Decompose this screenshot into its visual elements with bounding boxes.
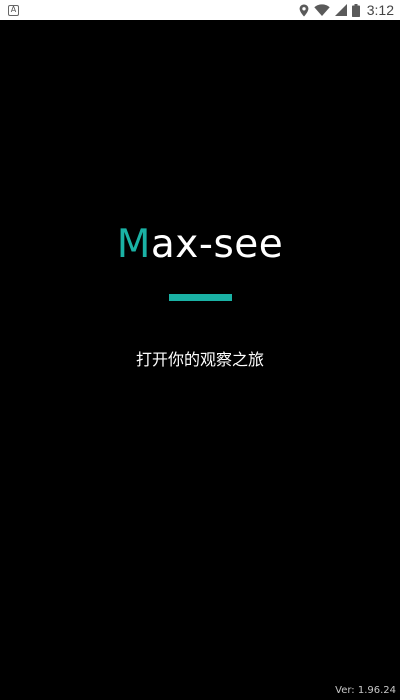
version-label: Ver: 1.96.24 [335,685,396,696]
tagline: 打开你的观察之旅 [135,350,264,369]
app-logo-text: Max-see [0,222,400,268]
status-bar-left: A [8,4,19,16]
status-bar: A 3:12 [0,0,400,20]
notification-app-icon: A [8,4,19,16]
signal-icon [334,4,347,16]
battery-icon [351,3,360,17]
wifi-icon [314,4,330,16]
logo-text-rest: ax-see [150,222,284,267]
splash-screen: A 3:12 Max-see 打开你的观察之旅 Ver: 1.96.24 [0,0,400,700]
status-time: 3:12 [366,2,394,18]
accent-divider [169,294,232,301]
location-icon [299,4,309,17]
logo-accent-letter: M [116,222,151,267]
status-bar-right: 3:12 [299,2,394,18]
